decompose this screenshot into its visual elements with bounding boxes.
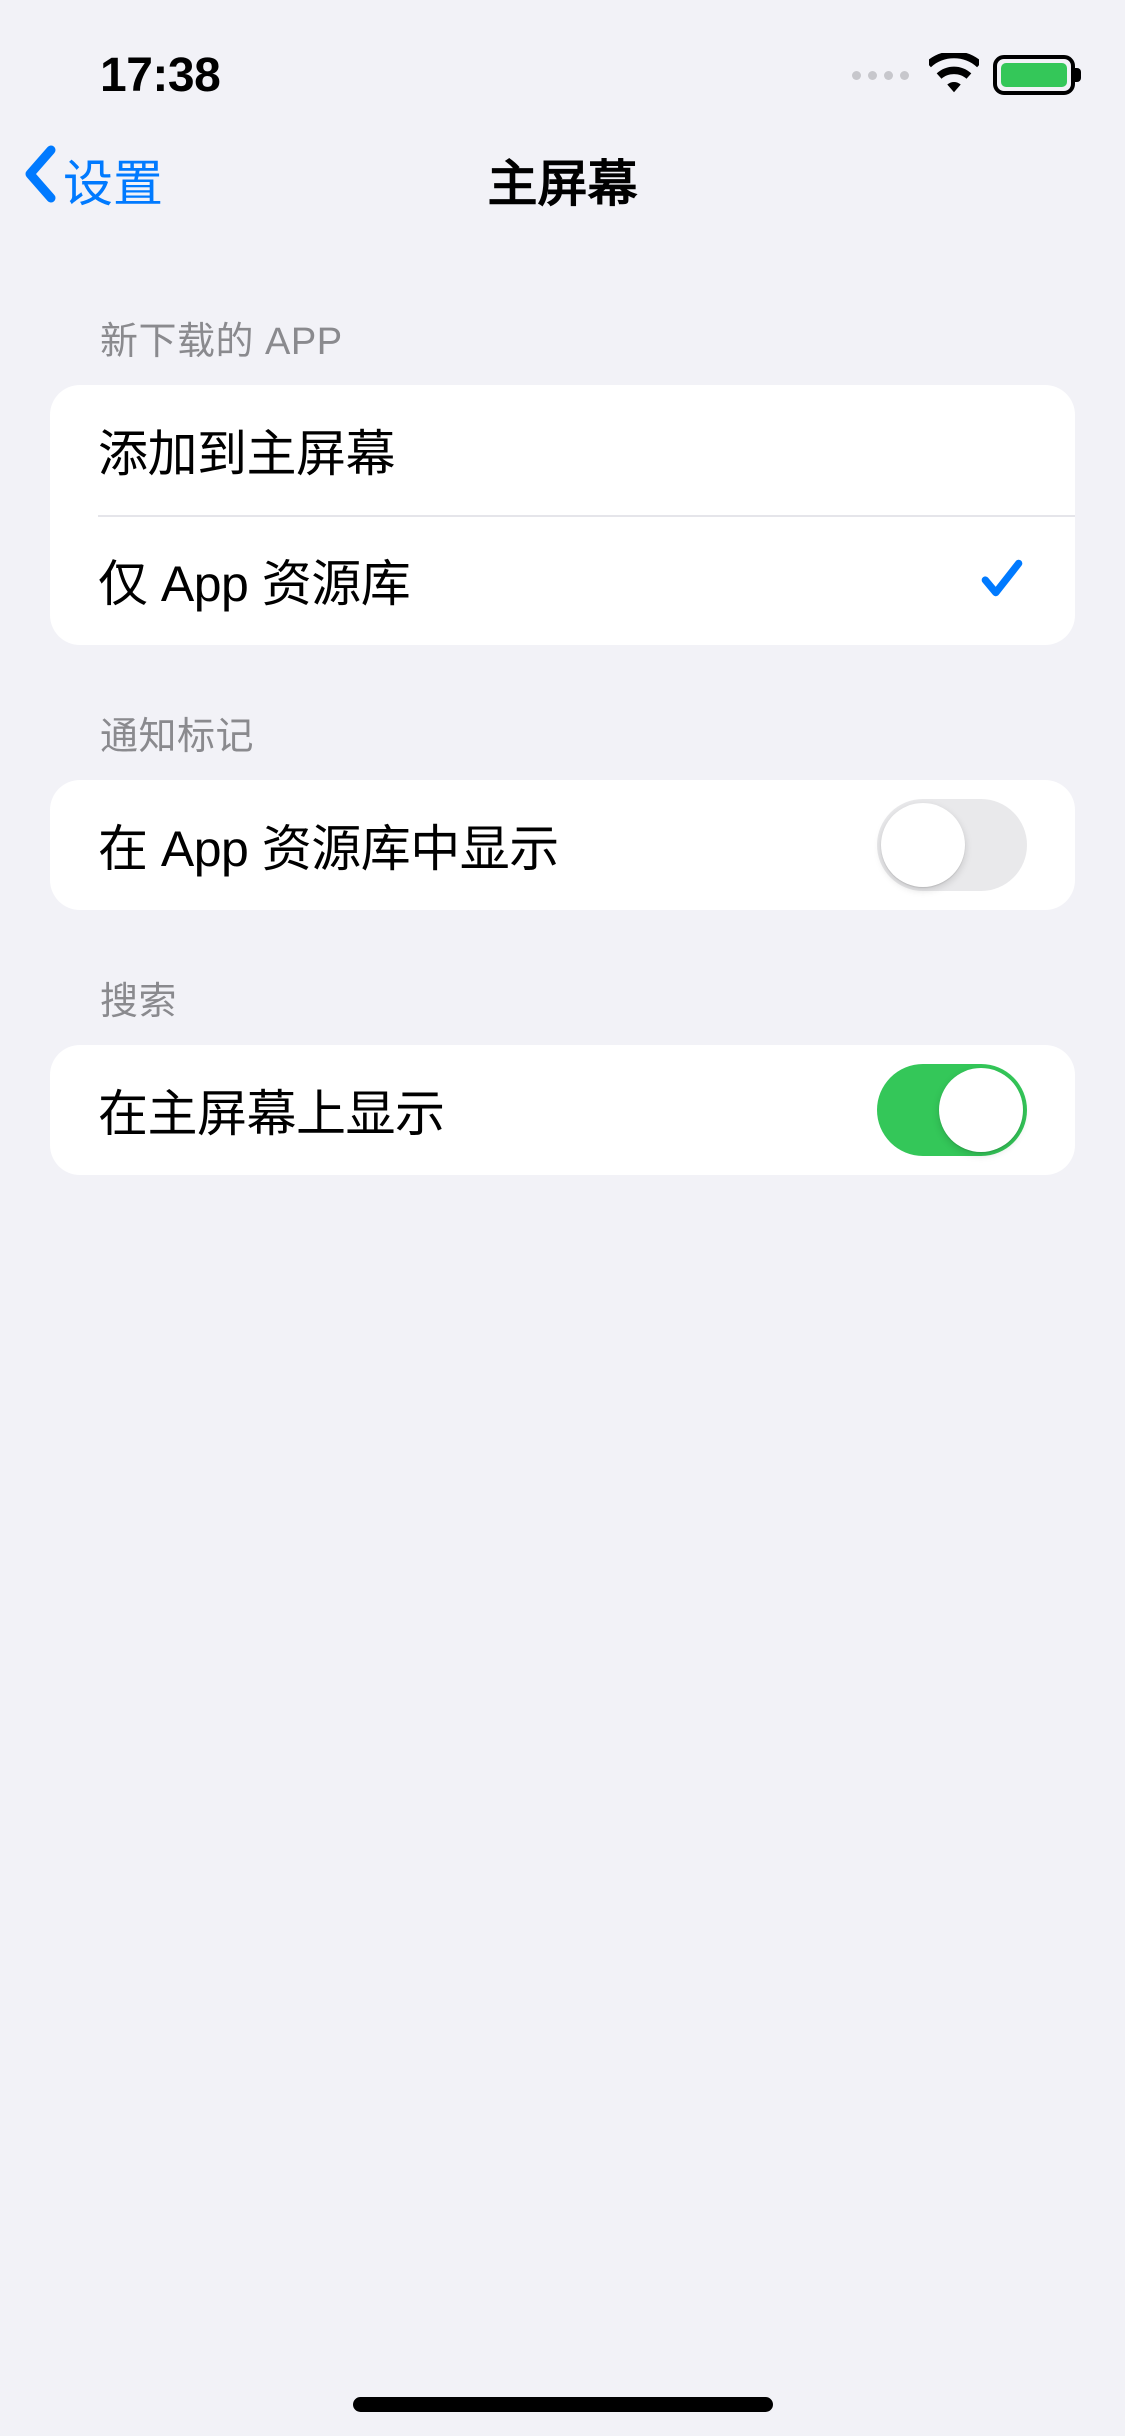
row-label: 在 App 资源库中显示: [98, 809, 559, 881]
group-notification-badges: 在 App 资源库中显示: [50, 780, 1075, 910]
status-bar: 17:38: [0, 0, 1125, 120]
wifi-icon: [929, 53, 979, 98]
content: 新下载的 APP 添加到主屏幕 仅 App 资源库 通知标记 在 App 资源库…: [0, 240, 1125, 1185]
section-header-new-downloads: 新下载的 APP: [0, 250, 1125, 385]
chevron-left-icon: [20, 144, 58, 216]
checkmark-icon: [977, 553, 1027, 608]
toggle-show-in-library[interactable]: [877, 799, 1027, 891]
row-show-in-library: 在 App 资源库中显示: [50, 780, 1075, 910]
page-title: 主屏幕: [488, 144, 638, 216]
group-search: 在主屏幕上显示: [50, 1045, 1075, 1175]
row-show-on-home: 在主屏幕上显示: [50, 1045, 1075, 1175]
option-label: 仅 App 资源库: [98, 544, 410, 616]
battery-icon: [993, 55, 1075, 95]
toggle-show-on-home[interactable]: [877, 1064, 1027, 1156]
status-indicators: [852, 53, 1075, 98]
group-new-downloads: 添加到主屏幕 仅 App 资源库: [50, 385, 1075, 645]
row-label: 在主屏幕上显示: [98, 1074, 445, 1146]
home-indicator[interactable]: [353, 2397, 773, 2412]
option-add-to-home[interactable]: 添加到主屏幕: [50, 385, 1075, 515]
navigation-bar: 设置 主屏幕: [0, 120, 1125, 240]
section-header-search: 搜索: [0, 910, 1125, 1045]
option-app-library-only[interactable]: 仅 App 资源库: [50, 515, 1075, 645]
back-button[interactable]: 设置: [20, 144, 163, 216]
back-label: 设置: [63, 144, 163, 216]
option-label: 添加到主屏幕: [98, 414, 395, 486]
status-time: 17:38: [100, 48, 220, 103]
section-header-notification-badges: 通知标记: [0, 645, 1125, 780]
cellular-signal-icon: [852, 71, 909, 80]
